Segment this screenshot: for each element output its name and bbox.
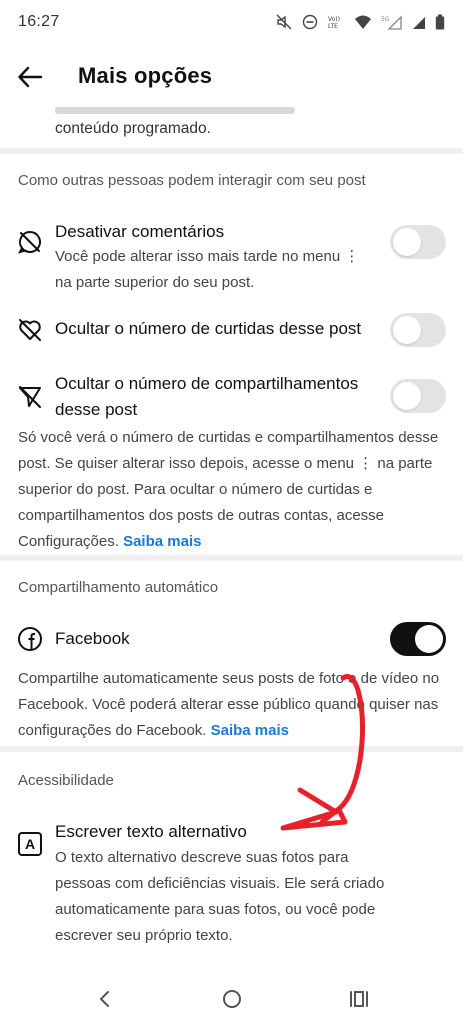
recents-nav-button[interactable] <box>346 986 372 1012</box>
status-icons: Vo)) LTE 5G <box>275 14 445 30</box>
back-nav-icon <box>92 991 118 1016</box>
top-app-bar: Mais opções <box>0 50 463 104</box>
page-title: Mais opções <box>78 63 213 88</box>
interaction-info-text: Só você verá o número de curtidas e comp… <box>18 425 450 555</box>
disable-comments-subtitle: Você pode alterar isso mais tarde no men… <box>55 248 360 291</box>
back-nav-button[interactable] <box>92 986 118 1012</box>
share-off-icon <box>17 384 43 410</box>
recents-nav-icon <box>346 991 372 1016</box>
toggle-knob <box>393 382 421 410</box>
hide-likes-title: Ocultar o número de curtidas desse post <box>55 319 362 338</box>
svg-text:5G: 5G <box>381 16 390 23</box>
hide-shares-toggle[interactable] <box>390 379 446 413</box>
facebook-toggle[interactable] <box>390 622 446 656</box>
clipped-line <box>55 104 445 114</box>
hide-likes-toggle[interactable] <box>390 313 446 347</box>
section-divider <box>0 555 463 561</box>
status-time: 16:27 <box>18 13 60 30</box>
facebook-title: Facebook <box>55 629 130 648</box>
mute-icon <box>275 14 293 30</box>
home-nav-icon <box>219 990 245 1016</box>
section-title-interaction: Como outras pessoas podem interagir com … <box>18 172 366 189</box>
heart-off-icon <box>17 317 43 343</box>
dnd-icon <box>302 14 318 30</box>
section-title-accessibility: Acessibilidade <box>18 772 114 789</box>
section-divider <box>0 746 463 752</box>
alt-text-description: O texto alternativo descreve suas fotos … <box>55 849 385 944</box>
disable-comments-title: Desativar comentários <box>55 222 225 241</box>
comment-off-icon <box>17 229 43 255</box>
toggle-knob <box>393 316 421 344</box>
back-button[interactable] <box>16 63 44 91</box>
learn-more-link[interactable]: Saiba mais <box>211 722 289 739</box>
toggle-knob <box>415 625 443 653</box>
fragment-text: conteúdo programado. <box>55 120 211 137</box>
home-nav-button[interactable] <box>219 986 245 1012</box>
section-divider <box>0 148 463 154</box>
interaction-info-body: Só você verá o número de curtidas e comp… <box>18 429 439 550</box>
battery-icon <box>435 14 445 30</box>
alt-text-icon: A <box>18 832 42 856</box>
wifi-icon <box>354 14 372 30</box>
hide-shares-title: Ocultar o número de compartilhamentos de… <box>55 374 359 419</box>
svg-text:Vo)): Vo)) <box>328 16 340 23</box>
toggle-knob <box>393 228 421 256</box>
disable-comments-toggle[interactable] <box>390 225 446 259</box>
volte-icon: Vo)) LTE <box>327 14 345 30</box>
facebook-icon <box>17 626 43 652</box>
svg-text:LTE: LTE <box>328 23 338 30</box>
learn-more-link[interactable]: Saiba mais <box>123 533 201 550</box>
section-title-auto-share: Compartilhamento automático <box>18 579 219 596</box>
signal-icon <box>412 14 426 30</box>
signal-5g-icon: 5G <box>381 14 403 30</box>
system-nav-bar <box>0 974 463 1024</box>
arrow-left-icon <box>16 66 44 95</box>
previous-section-fragment: conteúdo programado. <box>0 104 463 144</box>
auto-share-info-text: Compartilhe automaticamente seus posts d… <box>18 666 448 744</box>
alt-text-title[interactable]: Escrever texto alternativo <box>55 819 247 845</box>
status-bar: 16:27 Vo)) LTE 5G <box>0 0 463 44</box>
